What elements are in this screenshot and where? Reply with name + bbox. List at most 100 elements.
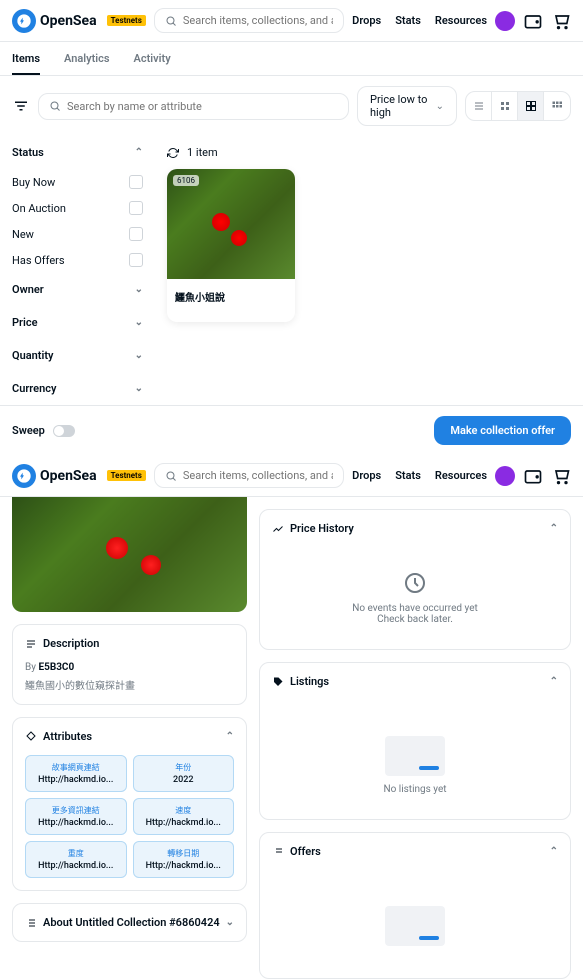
offers-panel: Offers ⌃ bbox=[259, 832, 571, 979]
search-icon bbox=[49, 100, 61, 112]
list-icon bbox=[272, 846, 284, 858]
item-card[interactable]: 6106 鱷魚小姐說 bbox=[167, 169, 295, 322]
sweep-control: Sweep bbox=[12, 424, 75, 437]
filter-on-auction[interactable]: On Auction bbox=[12, 195, 143, 221]
items-content: 1 item 6106 鱷魚小姐說 bbox=[155, 136, 583, 405]
listings-header[interactable]: Listings ⌃ bbox=[260, 663, 570, 700]
checkbox[interactable] bbox=[129, 175, 143, 189]
description-panel: Description By E5B3C0 鱷魚國小的數位窺探計畫 bbox=[12, 624, 247, 705]
brand-name: OpenSea bbox=[40, 468, 97, 484]
cart-icon[interactable] bbox=[551, 466, 571, 486]
attribute-chip[interactable]: 故事網頁連結Http://hackmd.io... bbox=[25, 755, 127, 792]
view-grid-small-icon[interactable] bbox=[492, 92, 518, 120]
filter-search-input[interactable] bbox=[67, 100, 338, 113]
chevron-up-icon: ⌃ bbox=[550, 846, 558, 857]
placeholder-icon bbox=[385, 906, 445, 946]
chevron-down-icon: ⌄ bbox=[135, 317, 143, 328]
nav-resources[interactable]: Resources bbox=[435, 469, 487, 482]
attributes-grid: 故事網頁連結Http://hackmd.io... 年份2022 更多資訊連結H… bbox=[13, 755, 246, 890]
detail-right-column: Price History ⌃ No events have occurred … bbox=[259, 497, 571, 979]
global-search[interactable] bbox=[154, 463, 344, 488]
listings-panel: Listings ⌃ No listings yet bbox=[259, 662, 571, 820]
chevron-up-icon: ⌃ bbox=[135, 147, 143, 158]
item-name: 鱷魚小姐說 bbox=[167, 279, 295, 322]
tab-activity[interactable]: Activity bbox=[134, 52, 171, 75]
chevron-up-icon: ⌃ bbox=[550, 676, 558, 687]
filter-has-offers[interactable]: Has Offers bbox=[12, 247, 143, 273]
tab-analytics[interactable]: Analytics bbox=[64, 52, 110, 75]
chevron-down-icon: ⌄ bbox=[135, 284, 143, 295]
tab-items[interactable]: Items bbox=[12, 52, 40, 75]
detail-image bbox=[12, 497, 247, 612]
attribute-chip[interactable]: 年份2022 bbox=[133, 755, 235, 792]
opensea-logo-icon bbox=[12, 9, 36, 33]
attribute-chip[interactable]: 轉移日期Http://hackmd.io... bbox=[133, 841, 235, 878]
nav-drops[interactable]: Drops bbox=[352, 469, 381, 482]
creator-name[interactable]: E5B3C0 bbox=[38, 662, 74, 673]
view-grid-large-icon[interactable] bbox=[518, 92, 544, 120]
filter-new[interactable]: New bbox=[12, 221, 143, 247]
search-icon bbox=[165, 15, 177, 27]
wallet-icon[interactable] bbox=[523, 466, 543, 486]
filter-status[interactable]: Status⌃ bbox=[12, 136, 143, 169]
sort-label: Price low to high bbox=[370, 93, 436, 119]
description-icon bbox=[25, 638, 37, 650]
checkbox[interactable] bbox=[129, 201, 143, 215]
checkbox[interactable] bbox=[129, 253, 143, 267]
filter-toggle-icon[interactable] bbox=[12, 97, 30, 115]
nav-drops[interactable]: Drops bbox=[352, 14, 381, 27]
make-offer-button[interactable]: Make collection offer bbox=[434, 416, 571, 445]
attribute-chip[interactable]: 更多資訊連結Http://hackmd.io... bbox=[25, 798, 127, 835]
brand-name: OpenSea bbox=[40, 13, 97, 29]
nav-resources[interactable]: Resources bbox=[435, 14, 487, 27]
detail-left-column: Description By E5B3C0 鱷魚國小的數位窺探計畫 Attrib… bbox=[12, 497, 247, 979]
nav-stats[interactable]: Stats bbox=[395, 14, 421, 27]
offers-header[interactable]: Offers ⌃ bbox=[260, 833, 570, 870]
nav-stats[interactable]: Stats bbox=[395, 469, 421, 482]
sweep-toggle[interactable] bbox=[53, 425, 75, 437]
filter-owner[interactable]: Owner⌄ bbox=[12, 273, 143, 306]
filter-buy-now[interactable]: Buy Now bbox=[12, 169, 143, 195]
filter-quantity[interactable]: Quantity⌄ bbox=[12, 339, 143, 372]
header-top: OpenSea Testnets Drops Stats Resources bbox=[0, 0, 583, 42]
chart-icon bbox=[272, 523, 284, 535]
checkbox[interactable] bbox=[129, 227, 143, 241]
view-list-icon[interactable] bbox=[466, 92, 492, 120]
header-detail: OpenSea Testnets Drops Stats Resources bbox=[0, 455, 583, 497]
attributes-header[interactable]: Attributes ⌃ bbox=[13, 718, 246, 755]
logo[interactable]: OpenSea bbox=[12, 464, 97, 488]
avatar[interactable] bbox=[495, 11, 515, 31]
attribute-chip[interactable]: 速度Http://hackmd.io... bbox=[133, 798, 235, 835]
wallet-icon[interactable] bbox=[523, 11, 543, 31]
refresh-icon[interactable] bbox=[167, 147, 179, 159]
attribute-chip[interactable]: 重度Http://hackmd.io... bbox=[25, 841, 127, 878]
description-header[interactable]: Description bbox=[13, 625, 246, 662]
avatar[interactable] bbox=[495, 466, 515, 486]
filter-currency[interactable]: Currency⌄ bbox=[12, 372, 143, 405]
about-header[interactable]: About Untitled Collection #6860424 ⌄ bbox=[13, 904, 246, 941]
testnets-badge: Testnets bbox=[107, 15, 146, 26]
testnets-badge: Testnets bbox=[107, 470, 146, 481]
global-search-input[interactable] bbox=[183, 469, 333, 482]
offers-empty bbox=[260, 870, 570, 978]
chevron-down-icon: ⌄ bbox=[226, 917, 234, 928]
chevron-up-icon: ⌃ bbox=[226, 731, 234, 742]
list-icon bbox=[25, 917, 37, 929]
global-search-input[interactable] bbox=[183, 14, 333, 27]
price-history-empty: No events have occurred yet Check back l… bbox=[260, 547, 570, 649]
chevron-down-icon: ⌄ bbox=[436, 101, 444, 112]
collection-tabs: Items Analytics Activity bbox=[0, 42, 583, 76]
filter-price[interactable]: Price⌄ bbox=[12, 306, 143, 339]
placeholder-icon bbox=[385, 736, 445, 776]
global-search[interactable] bbox=[154, 8, 344, 33]
description-text: 鱷魚國小的數位窺探計畫 bbox=[25, 677, 234, 692]
sort-select[interactable]: Price low to high ⌄ bbox=[357, 86, 457, 126]
view-grid-xl-icon[interactable] bbox=[544, 92, 570, 120]
cart-icon[interactable] bbox=[551, 11, 571, 31]
item-image: 6106 bbox=[167, 169, 295, 279]
price-history-header[interactable]: Price History ⌃ bbox=[260, 510, 570, 547]
filter-search[interactable] bbox=[38, 93, 349, 120]
logo[interactable]: OpenSea bbox=[12, 9, 97, 33]
filter-sidebar: Status⌃ Buy Now On Auction New Has Offer… bbox=[0, 136, 155, 405]
search-icon bbox=[165, 470, 177, 482]
